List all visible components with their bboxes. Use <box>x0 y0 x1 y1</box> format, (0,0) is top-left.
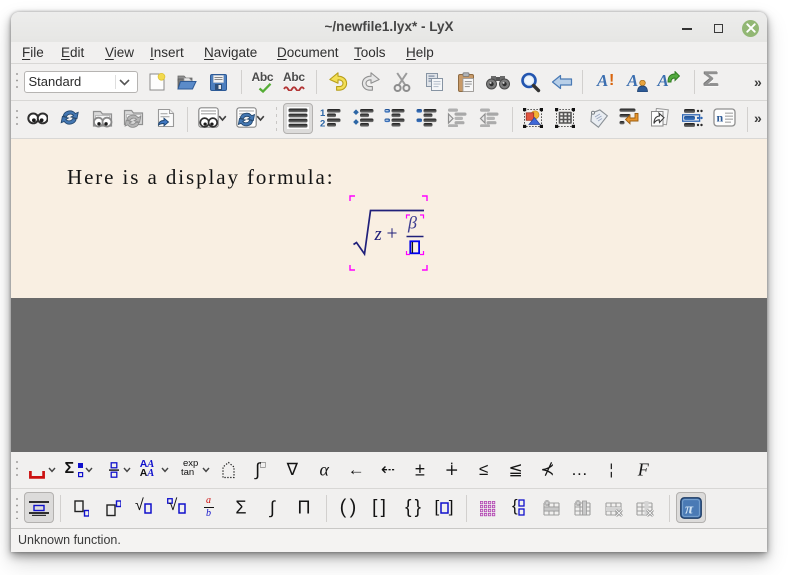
svg-text:2: 2 <box>320 119 325 128</box>
svg-text:n: n <box>716 111 723 125</box>
svg-text:1: 1 <box>320 108 326 119</box>
svg-text:+: + <box>387 224 398 245</box>
svg-text:π: π <box>685 502 694 518</box>
svg-text:z: z <box>374 225 382 245</box>
